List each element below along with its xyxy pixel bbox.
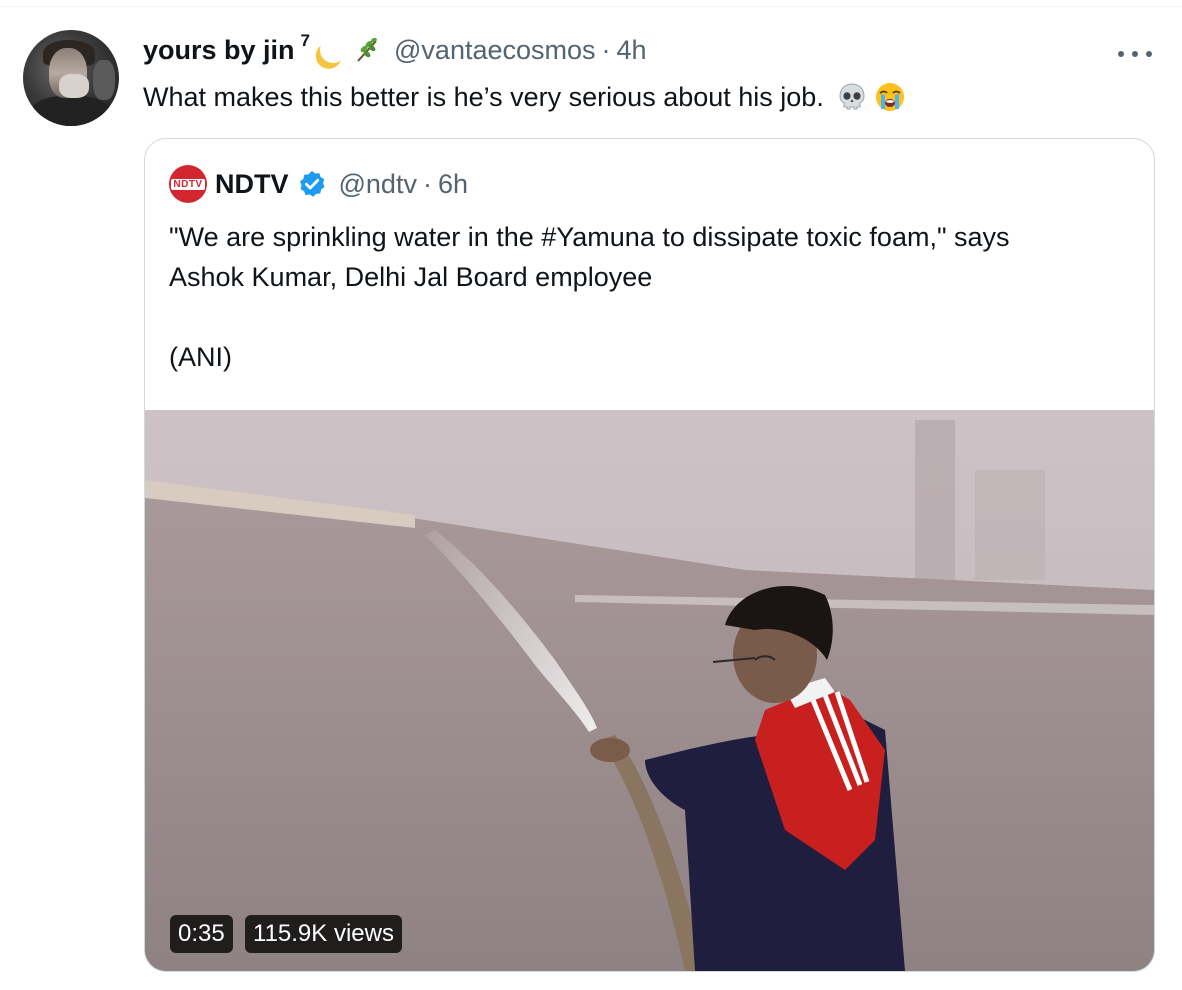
display-name-superscript: 7 [300, 31, 311, 50]
quoted-tweet[interactable]: NDTV NDTV @ndtv · 6h "We are sprinkling … [144, 138, 1155, 972]
video-frame [145, 410, 1154, 971]
quoted-user-handle[interactable]: @ndtv [339, 169, 417, 200]
avatar-background-person [93, 60, 115, 100]
avatar-body [31, 96, 111, 126]
header-separator: · [601, 34, 611, 65]
tweet[interactable]: yours by jin 7 @vantaecosmos · 4h What m… [0, 7, 1182, 990]
avatar[interactable] [23, 30, 119, 126]
verified-badge-icon [299, 170, 324, 197]
avatar-hand [59, 74, 89, 98]
crying-face-icon [874, 81, 906, 113]
tweet-body: What makes this better is he’s very seri… [143, 81, 824, 112]
quoted-tweet-text: "We are sprinkling water in the #Yamuna … [169, 217, 1129, 377]
tweet-header: yours by jin 7 @vantaecosmos · 4h [143, 31, 647, 66]
tweet-text: What makes this better is he’s very seri… [143, 77, 906, 117]
more-icon-dot [1146, 51, 1152, 57]
video-duration: 0:35 [170, 915, 233, 953]
herb-icon [352, 35, 382, 65]
tweet-timestamp[interactable]: 4h [617, 35, 647, 66]
more-icon-dot [1132, 51, 1138, 57]
moon-icon [316, 35, 346, 65]
ndtv-logo-text: NDTV [171, 178, 205, 190]
quoted-text-line: (ANI) [169, 342, 232, 372]
quoted-timestamp[interactable]: 6h [438, 169, 468, 200]
video-view-count: 115.9K views [245, 915, 402, 953]
user-handle[interactable]: @vantaecosmos [394, 35, 596, 66]
skull-icon [836, 81, 868, 113]
quoted-text-line: "We are sprinkling water in the #Yamuna … [169, 222, 1010, 252]
video-player[interactable]: 0:35 115.9K views [145, 410, 1154, 971]
quoted-tweet-header: NDTV NDTV @ndtv · 6h [169, 165, 468, 203]
quoted-header-separator: · [422, 168, 432, 199]
more-icon [1118, 51, 1124, 57]
ndtv-logo-avatar[interactable]: NDTV [169, 165, 207, 203]
quoted-display-name[interactable]: NDTV [215, 169, 289, 200]
quoted-text-line: Ashok Kumar, Delhi Jal Board employee [169, 262, 653, 292]
display-name[interactable]: yours by jin [143, 35, 295, 66]
more-button[interactable] [1118, 45, 1152, 63]
